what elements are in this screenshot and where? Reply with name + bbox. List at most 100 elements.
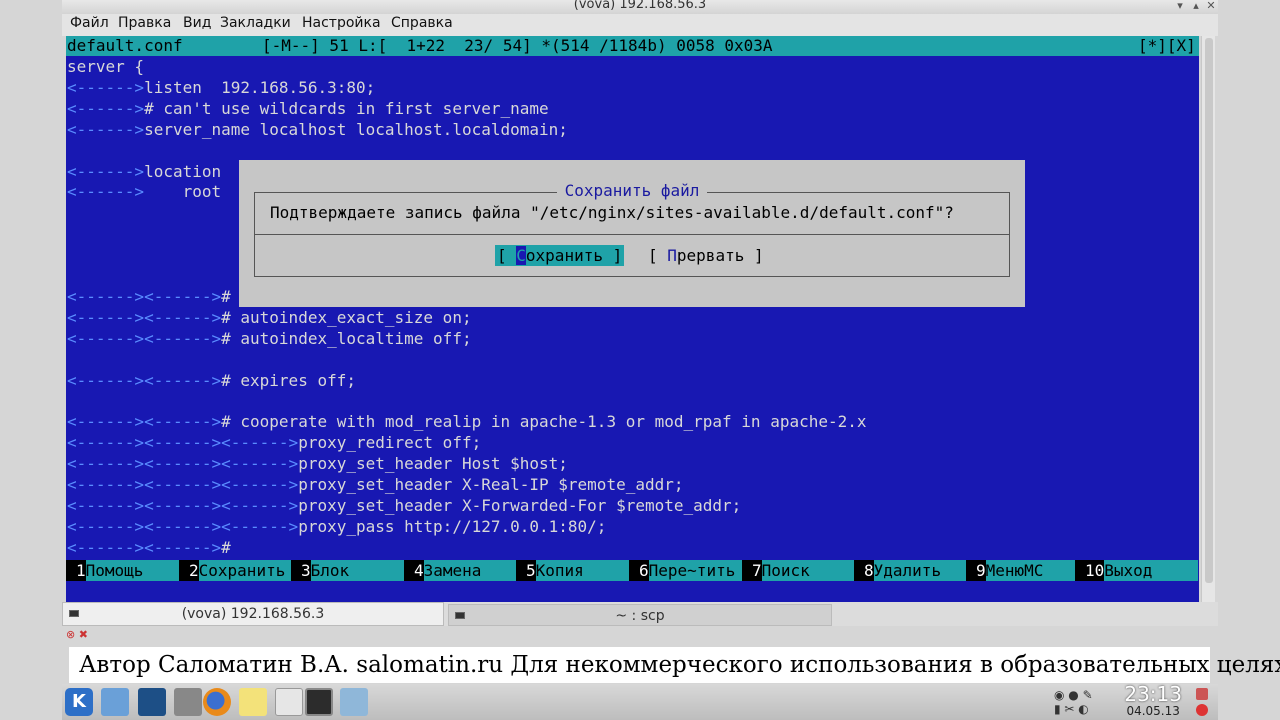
editor-line[interactable]: <------><------><------>proxy_set_header…: [67, 495, 741, 516]
editor-line[interactable]: <------><------># cooperate with mod_rea…: [67, 411, 867, 432]
line-text: server {: [67, 57, 145, 76]
fkey-label: Поиск: [761, 560, 854, 581]
fkey-number: 7: [742, 560, 762, 581]
editor-window-buttons[interactable]: [*][X]: [1138, 36, 1196, 56]
kde-menu-icon[interactable]: K: [65, 688, 93, 716]
line-text: proxy_set_header Host $host;: [298, 454, 568, 474]
editor-line[interactable]: <------><------><------>proxy_pass http:…: [67, 516, 606, 537]
tab-close-icons[interactable]: ⊗ ✖: [66, 628, 88, 641]
konsole-tabs: (vova) 192.168.56.3 ~ : scp: [62, 602, 1218, 626]
system-tray[interactable]: ◉ ● ✎ ▮ ✂ ◐: [1054, 688, 1093, 716]
power-icon[interactable]: [1196, 704, 1208, 716]
editor-line[interactable]: <------><------><------>proxy_redirect o…: [67, 432, 481, 453]
tab-vova[interactable]: (vova) 192.168.56.3: [62, 602, 444, 626]
storage-icon[interactable]: [174, 688, 202, 716]
tab-marker: <------><------><------>: [67, 454, 299, 474]
fkey-number: 6: [629, 560, 649, 581]
menu-help[interactable]: Справка: [391, 15, 453, 31]
clock-date: 04.05.13: [1126, 704, 1180, 718]
tab-marker: <------>: [67, 98, 145, 118]
fkey-number: 10: [1075, 560, 1105, 581]
fkey-5[interactable]: 5Копия: [516, 560, 629, 581]
fkey-label: Помощь: [85, 560, 179, 581]
editor-line[interactable]: <------># can't use wildcards in first s…: [67, 98, 549, 119]
editor-line[interactable]: <------><------>#: [67, 537, 231, 558]
tab-marker: <------>: [67, 119, 145, 139]
fkey-2[interactable]: 2Сохранить: [179, 560, 291, 581]
fkey-6[interactable]: 6Пере~тить: [629, 560, 742, 581]
home-folder-icon[interactable]: [101, 688, 129, 716]
menu-view[interactable]: Вид: [183, 15, 211, 31]
clock[interactable]: 23:13 04.05.13: [1124, 683, 1182, 717]
fkey-label: Замена: [423, 560, 516, 581]
window-title: (vova) 192.168.56.3: [573, 0, 707, 12]
function-key-bar: 1Помощь 2Сохранить 3Блок 4Замена 5Копия 6Пере…: [66, 560, 1199, 581]
fkey-number: 8: [854, 560, 874, 581]
menu-edit[interactable]: Правка: [118, 15, 171, 31]
mail-icon[interactable]: [275, 688, 303, 716]
show-desktop-icon[interactable]: [138, 688, 166, 716]
terminal-scrollbar[interactable]: [1201, 36, 1215, 602]
tab-marker: <------><------><------>: [67, 475, 299, 494]
scrollbar-thumb[interactable]: [1205, 38, 1213, 583]
close-icon[interactable]: ✕: [1205, 0, 1217, 12]
tab-marker: <------><------>: [67, 286, 222, 306]
editor-line[interactable]: <------><------>#: [67, 286, 231, 307]
fkey-3[interactable]: 3Блок: [291, 560, 404, 581]
line-text: proxy_pass http://127.0.0.1:80/;: [298, 516, 607, 536]
editor-line[interactable]: <------>listen 192.168.56.3:80;: [67, 77, 375, 98]
tab-scp[interactable]: ~ : scp: [448, 604, 832, 626]
fkey-9[interactable]: 9МенюMC: [966, 560, 1075, 581]
window-titlebar: (vova) 192.168.56.3 ▾ ▴ ✕: [62, 0, 1218, 14]
clock-time: 23:13: [1124, 682, 1182, 706]
dialog-title: Сохранить файл: [239, 181, 1025, 200]
save-button[interactable]: [ Сохранить ]: [495, 245, 625, 266]
menu-file[interactable]: Файл: [70, 15, 109, 31]
fkey-label: Пере~тить: [648, 560, 742, 581]
save-dialog: Сохранить файл Подтверждаете запись файл…: [239, 160, 1025, 307]
terminal-area[interactable]: default.conf [-M--] 51 L:[ 1+22 23/ 54] …: [66, 36, 1199, 602]
line-text: # autoindex_exact_size on;: [221, 307, 472, 327]
line-text: #: [221, 286, 231, 306]
line-text: location: [144, 161, 222, 181]
fkey-10[interactable]: 10Выход: [1075, 560, 1199, 581]
editor-status-info: [-M--] 51 L:[ 1+22 23/ 54] *(514 /1184b)…: [262, 36, 773, 55]
line-text: root: [144, 182, 222, 202]
paint-icon[interactable]: [239, 688, 267, 716]
fkey-8[interactable]: 8Удалить: [854, 560, 966, 581]
fkey-1[interactable]: 1Помощь: [66, 560, 179, 581]
fkey-label: Копия: [535, 560, 629, 581]
fkey-7[interactable]: 7Поиск: [742, 560, 854, 581]
minimize-icon[interactable]: ▾: [1174, 0, 1186, 12]
dialog-message: Подтверждаете запись файла "/etc/nginx/s…: [270, 203, 954, 222]
tab-marker: <------><------>: [67, 412, 222, 432]
menubar: Файл Правка Вид Закладки Настройка Справ…: [62, 14, 1218, 36]
editor-line[interactable]: <------>server_name localhost localhost.…: [67, 119, 568, 140]
tab-marker: <------>: [67, 182, 145, 202]
editor-line[interactable]: <------> root: [67, 181, 221, 202]
editor-line[interactable]: server {: [67, 56, 144, 77]
menu-settings[interactable]: Настройка: [302, 15, 381, 31]
maximize-icon[interactable]: ▴: [1190, 0, 1202, 12]
editor-line[interactable]: <------>location: [67, 161, 221, 182]
editor-line[interactable]: <------><------># autoindex_localtime of…: [67, 328, 472, 349]
editor-line[interactable]: <------><------># expires off;: [67, 370, 356, 391]
editor-status-line: default.conf [-M--] 51 L:[ 1+22 23/ 54] …: [66, 36, 1199, 56]
firefox-icon[interactable]: [203, 688, 231, 716]
editor-line[interactable]: <------><------><------>proxy_set_header…: [67, 453, 568, 474]
menu-bookmarks[interactable]: Закладки: [220, 15, 291, 31]
fkey-number: 5: [516, 560, 536, 581]
lock-icon[interactable]: [1196, 688, 1208, 700]
fkey-number: 4: [404, 560, 424, 581]
konsole-icon[interactable]: [305, 688, 333, 716]
abort-button[interactable]: [ Прервать ]: [648, 245, 764, 266]
editor-line[interactable]: <------><------><------>proxy_set_header…: [67, 474, 684, 495]
tab-marker: <------><------>: [67, 370, 222, 390]
fkey-number: 1: [66, 560, 86, 581]
archive-icon[interactable]: [340, 688, 368, 716]
line-text: server_name localhost localhost.localdom…: [144, 119, 568, 139]
fkey-4[interactable]: 4Замена: [404, 560, 516, 581]
fkey-label: Удалить: [873, 560, 966, 581]
tab-marker: <------><------><------>: [67, 495, 299, 515]
editor-line[interactable]: <------><------># autoindex_exact_size o…: [67, 307, 472, 328]
